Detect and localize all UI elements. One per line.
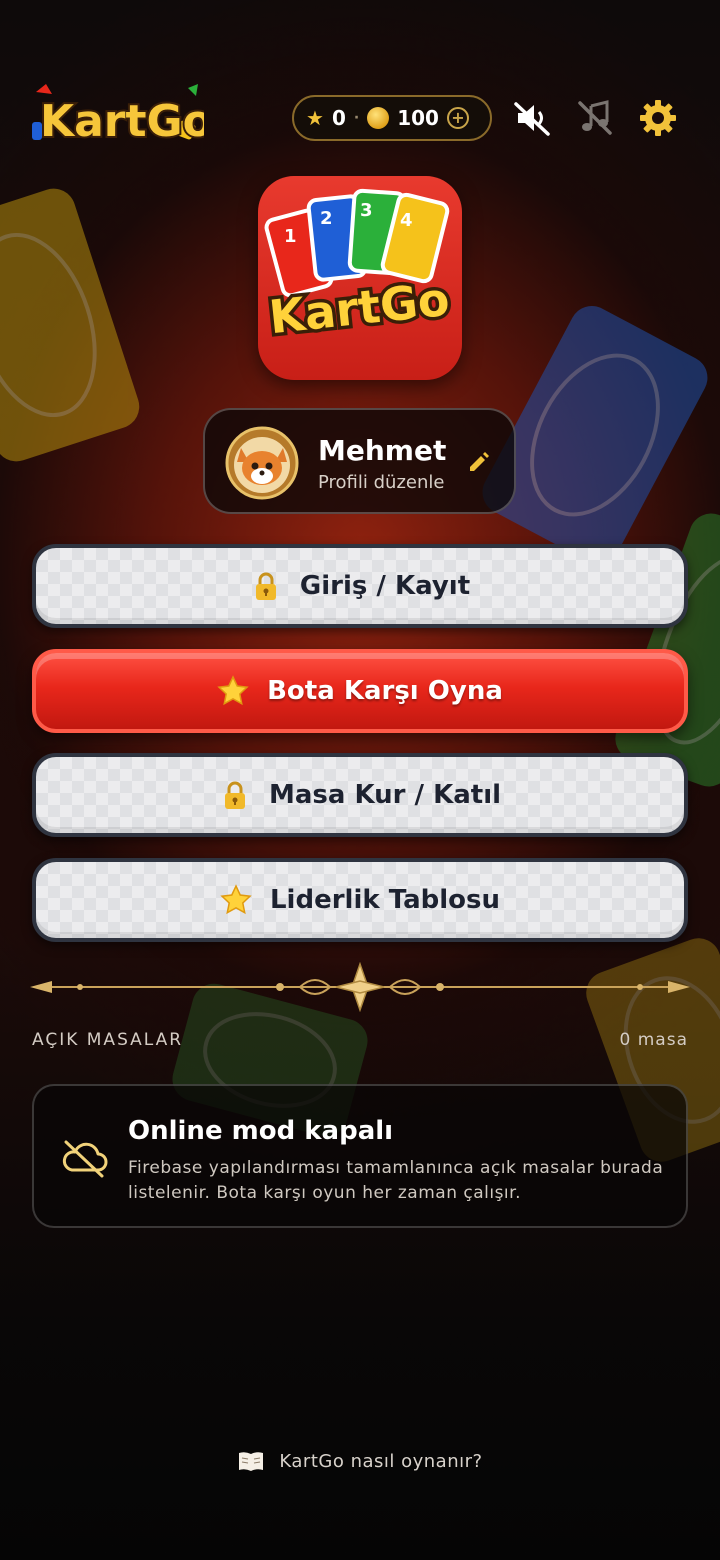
wallet-separator: · bbox=[353, 110, 360, 126]
leaderboard-button[interactable]: Liderlik Tablosu bbox=[32, 858, 688, 942]
star-icon: ★ bbox=[306, 106, 324, 130]
pencil-icon[interactable] bbox=[467, 450, 491, 474]
kartgo-logo-small: KartGo bbox=[32, 84, 204, 149]
svg-text:4: 4 bbox=[400, 210, 413, 231]
cloud-off-icon bbox=[62, 1140, 108, 1178]
coin-icon bbox=[367, 107, 390, 129]
book-icon bbox=[239, 1452, 264, 1471]
leaderboard-label: Liderlik Tablosu bbox=[269, 885, 500, 915]
svg-text:1: 1 bbox=[284, 226, 297, 247]
play-vs-bot-button[interactable]: Bota Karşı Oyna bbox=[32, 649, 688, 733]
profile-card[interactable]: Mehmet Profili düzenle bbox=[203, 408, 516, 514]
offline-notice-card: Online mod kapalı Firebase yapılandırmas… bbox=[32, 1084, 688, 1228]
create-join-table-button[interactable]: Masa Kur / Katıl bbox=[32, 753, 688, 837]
offline-description: Firebase yapılandırması tamamlanınca açı… bbox=[128, 1158, 664, 1203]
music-off-icon[interactable] bbox=[575, 98, 615, 138]
login-register-label: Giriş / Kayıt bbox=[299, 571, 471, 601]
play-vs-bot-label: Bota Karşı Oyna bbox=[267, 676, 503, 706]
open-tables-count: 0 masa bbox=[619, 1030, 688, 1050]
lock-icon bbox=[255, 572, 276, 600]
svg-text:2: 2 bbox=[320, 208, 333, 229]
lock-icon bbox=[224, 781, 245, 809]
add-coins-icon[interactable]: + bbox=[446, 107, 469, 129]
app-logo-artwork: 1 2 3 4 KartGo bbox=[263, 188, 455, 348]
app-logo: 1 2 3 4 KartGo bbox=[258, 176, 462, 380]
create-join-table-label: Masa Kur / Katıl bbox=[268, 780, 502, 810]
coin-count: 100 bbox=[397, 106, 439, 130]
profile-edit-label: Profili düzenle bbox=[318, 472, 445, 493]
how-to-play-link[interactable]: KartGo nasıl oynanır? bbox=[0, 1450, 720, 1472]
star-icon bbox=[217, 675, 249, 706]
star-icon bbox=[220, 884, 252, 915]
star-count: 0 bbox=[331, 106, 346, 130]
offline-title: Online mod kapalı bbox=[128, 1116, 394, 1146]
how-to-play-label: KartGo nasıl oynanır? bbox=[279, 1450, 483, 1472]
open-tables-title: AÇIK MASALAR bbox=[32, 1030, 184, 1050]
background-card-yellow bbox=[0, 182, 145, 468]
svg-text:KartGo: KartGo bbox=[40, 96, 204, 147]
profile-name: Mehmet bbox=[318, 434, 447, 467]
currency-wallet[interactable]: ★ 0 · 100 + bbox=[292, 95, 492, 141]
speaker-muted-icon[interactable] bbox=[512, 98, 552, 138]
gear-icon[interactable] bbox=[638, 98, 678, 138]
fox-avatar bbox=[225, 426, 299, 500]
login-register-button[interactable]: Giriş / Kayıt bbox=[32, 544, 688, 628]
ornamental-divider bbox=[30, 962, 690, 1012]
svg-text:3: 3 bbox=[360, 200, 373, 221]
